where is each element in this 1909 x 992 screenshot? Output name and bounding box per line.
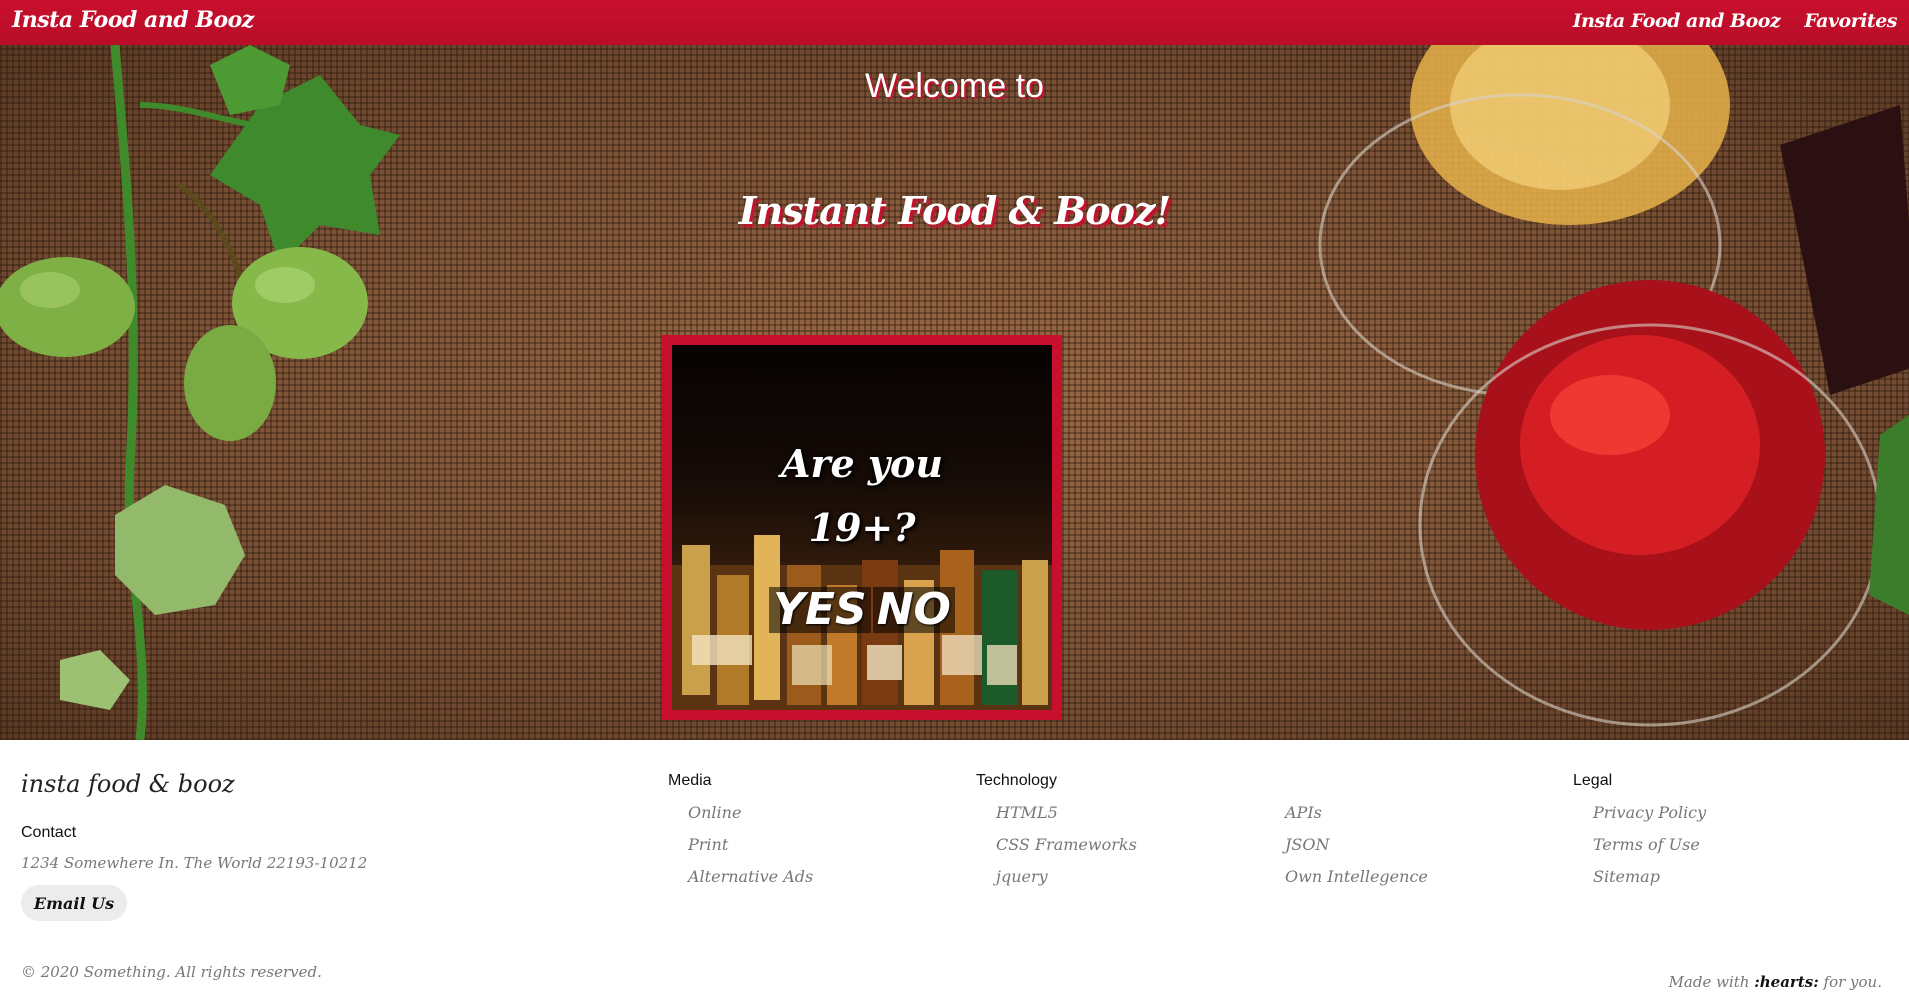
footer-link-sitemap[interactable]: Sitemap — [1593, 867, 1660, 886]
site-footer: insta food & booz Contact 1234 Somewhere… — [0, 740, 1909, 992]
footer-heading-media: Media — [668, 772, 712, 789]
hero-title: Instant Food & Booz! — [738, 188, 1171, 233]
footer-list-technology: HTML5 CSS Frameworks jquery — [996, 800, 1137, 896]
footer-list-legal: Privacy Policy Terms of Use Sitemap — [1593, 800, 1706, 896]
hearts-icon: :hearts: — [1754, 973, 1819, 991]
footer-list-media: Online Print Alternative Ads — [688, 800, 813, 896]
footer-heading-technology: Technology — [976, 772, 1057, 789]
footer-link-alternative-ads[interactable]: Alternative Ads — [688, 867, 813, 886]
footer-link-own-intellegence[interactable]: Own Intellegence — [1285, 867, 1428, 886]
footer-link-css-frameworks[interactable]: CSS Frameworks — [996, 835, 1137, 854]
footer-link-html5[interactable]: HTML5 — [996, 803, 1058, 822]
navbar-brand-link[interactable]: Insta Food and Booz — [12, 7, 254, 33]
hero-banner: Welcome to Instant Food & Booz! Are you … — [0, 45, 1909, 740]
age-yes-button[interactable]: YES — [769, 587, 871, 633]
age-verification-panel: Are you 19+? YES NO — [672, 345, 1052, 710]
contact-address: 1234 Somewhere In. The World 22193-10212 — [21, 854, 368, 872]
nav-link-favorites[interactable]: Favorites — [1804, 10, 1897, 32]
footer-link-apis[interactable]: APIs — [1285, 803, 1322, 822]
made-with-text: Made with :hearts: for you. — [1669, 973, 1882, 991]
footer-link-print[interactable]: Print — [688, 835, 728, 854]
age-answer-buttons: YES NO — [672, 587, 1052, 633]
footer-link-privacy-policy[interactable]: Privacy Policy — [1593, 803, 1706, 822]
made-with-suffix: for you. — [1823, 973, 1882, 991]
age-verification-card: Are you 19+? YES NO — [662, 335, 1062, 720]
made-with-prefix: Made with — [1668, 973, 1750, 991]
age-question-line2: 19+? — [808, 505, 916, 550]
footer-list-technology-2: APIs JSON Own Intellegence — [1285, 800, 1428, 896]
footer-brand: insta food & booz — [21, 770, 235, 798]
footer-link-terms-of-use[interactable]: Terms of Use — [1593, 835, 1700, 854]
email-us-button[interactable]: Email Us — [21, 885, 127, 921]
copyright-text: © 2020 Something. All rights reserved. — [21, 963, 322, 981]
top-navbar: Insta Food and Booz Insta Food and Booz … — [0, 0, 1909, 45]
hero-welcome-text: Welcome to — [865, 67, 1044, 105]
age-no-button[interactable]: NO — [872, 587, 955, 633]
footer-heading-legal: Legal — [1573, 772, 1613, 789]
navbar-links: Insta Food and Booz Favorites — [1573, 10, 1898, 32]
age-question-line1: Are you — [781, 441, 943, 486]
footer-link-jquery[interactable]: jquery — [996, 867, 1048, 886]
footer-link-online[interactable]: Online — [688, 803, 741, 822]
nav-link-home[interactable]: Insta Food and Booz — [1573, 10, 1781, 32]
age-question: Are you 19+? — [672, 432, 1052, 560]
contact-heading: Contact — [21, 824, 77, 841]
footer-link-json[interactable]: JSON — [1285, 835, 1330, 854]
